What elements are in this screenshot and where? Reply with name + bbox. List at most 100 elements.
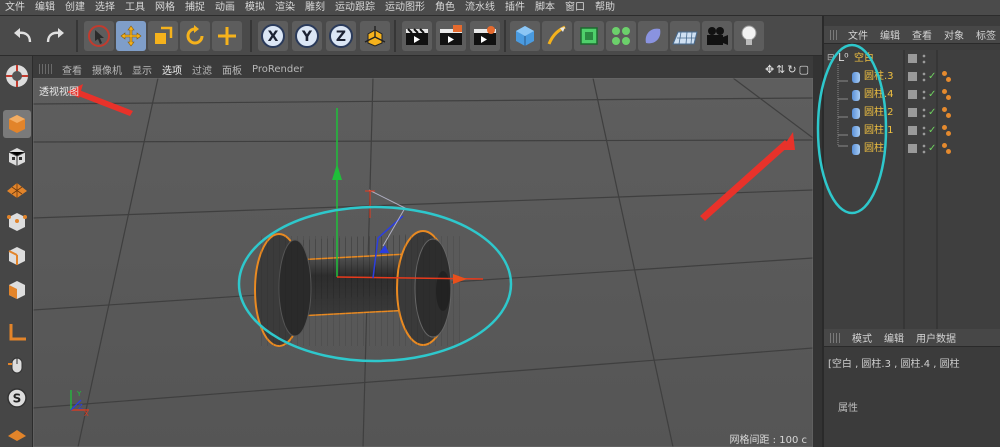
viewport-menu-filter[interactable]: 过滤 (187, 62, 217, 77)
z-axis-lock-button[interactable]: Z (326, 21, 356, 51)
phong-tag-icon[interactable] (942, 89, 952, 101)
visibility-dots[interactable] (922, 107, 926, 119)
viewport-menu-panel[interactable]: 面板 (217, 62, 247, 77)
menu-item[interactable]: 工具 (120, 0, 150, 16)
menu-item[interactable]: 角色 (430, 0, 460, 16)
edges-mode-button[interactable] (3, 242, 31, 270)
objects-menu-tags[interactable]: 标签 (970, 27, 1000, 42)
coordinate-system-button[interactable] (360, 21, 390, 51)
scale-icon (155, 26, 173, 44)
menu-item[interactable]: 脚本 (530, 0, 560, 16)
enabled-check-icon[interactable]: ✓ (928, 104, 936, 122)
tweak-mode-button[interactable] (3, 351, 31, 379)
attribute-manager: 模式 编辑 用户数据 [空白 , 圆柱.3 , 圆柱.4 , 圆柱 属性 (824, 329, 1000, 447)
menu-bar: 文件 编辑 创建 选择 工具 网格 捕捉 动画 模拟 渲染 雕刻 运动跟踪 运动图形 角色 流水线 插件 脚本窗… (0, 0, 1000, 16)
menu-item[interactable]: 运动跟踪 (330, 0, 380, 16)
object-mode-button[interactable] (3, 110, 31, 138)
render-picture-viewer-button[interactable] (436, 21, 466, 51)
panel-grip[interactable] (830, 332, 842, 343)
viewport-menu-display[interactable]: 显示 (127, 62, 157, 77)
enabled-check-icon[interactable]: ✓ (928, 140, 936, 158)
attributes-menu-user-data[interactable]: 用户数据 (910, 330, 962, 345)
subdivision-button[interactable] (574, 21, 604, 51)
phong-tag-icon[interactable] (942, 107, 952, 119)
light-button[interactable] (734, 21, 764, 51)
visibility-dots[interactable] (922, 71, 926, 83)
enabled-check-icon[interactable]: ✓ (928, 86, 936, 104)
visibility-dots[interactable] (922, 125, 926, 137)
menu-item[interactable]: 渲染 (270, 0, 300, 16)
visibility-dots[interactable] (922, 89, 926, 101)
attributes-menu-mode[interactable]: 模式 (846, 330, 878, 345)
undo-button[interactable] (8, 21, 38, 51)
viewport-nav-icons: ✥ ⇅ ↻ ▢ (765, 60, 809, 78)
menu-item[interactable]: 模拟 (240, 0, 270, 16)
y-axis-lock-icon: Y (295, 24, 319, 48)
workplane-lock-icon (8, 430, 26, 441)
menu-item[interactable]: 网格 (150, 0, 180, 16)
deformer-button[interactable] (638, 21, 668, 51)
move-view-icon[interactable]: ✥ (765, 63, 774, 76)
phong-tag-icon[interactable] (942, 71, 952, 83)
floor-button[interactable] (670, 21, 700, 51)
menu-item[interactable]: 动画 (210, 0, 240, 16)
add-move-button[interactable] (212, 21, 242, 51)
cube-button[interactable] (510, 21, 540, 51)
right-panel: 文件 编辑 查看 对象 标签 ⊟ L⁰ 空白 圆柱.3 ✓ 圆柱.4 ✓ 圆柱.… (816, 16, 1000, 447)
menu-item[interactable]: 编辑 (30, 0, 60, 16)
locked-workplane-button[interactable] (3, 416, 31, 444)
viewport-menu-options[interactable]: 选项 (157, 62, 187, 77)
menu-item[interactable]: 插件 (500, 0, 530, 16)
objects-menu-objects[interactable]: 对象 (938, 27, 970, 42)
menu-item[interactable]: 选择 (90, 0, 120, 16)
model-mode-icon (6, 65, 28, 87)
svg-text:Y: Y (301, 29, 313, 45)
live-select-button[interactable] (84, 21, 114, 51)
menu-item[interactable]: 运动图形 (380, 0, 430, 16)
workplane-button[interactable] (3, 174, 31, 202)
rotate-view-icon[interactable]: ↻ (787, 63, 796, 76)
model-mode-button[interactable] (3, 62, 31, 90)
viewport-menu-view[interactable]: 查看 (57, 62, 87, 77)
render-view-button[interactable] (402, 21, 432, 51)
menu-item[interactable]: 窗口 (560, 0, 590, 16)
texture-mode-button[interactable] (3, 143, 31, 171)
move-tool-button[interactable] (116, 21, 146, 51)
enable-axis-button[interactable] (3, 318, 31, 346)
panel-grip[interactable] (39, 64, 53, 74)
scale-tool-button[interactable] (148, 21, 178, 51)
pen-button[interactable] (542, 21, 572, 51)
attributes-menu-edit[interactable]: 编辑 (878, 330, 910, 345)
viewport-menu-cameras[interactable]: 摄像机 (87, 62, 127, 77)
viewport-menu-prorender[interactable]: ProRender (247, 64, 308, 75)
x-axis-lock-icon: X (261, 24, 285, 48)
menu-item[interactable]: 文件 (0, 0, 30, 16)
menu-item[interactable]: 帮助 (590, 0, 620, 16)
dolly-icon[interactable]: ⇅ (776, 63, 785, 76)
points-mode-button[interactable] (3, 208, 31, 236)
render-settings-button[interactable] (470, 21, 500, 51)
perspective-viewport[interactable]: Y Z X 透视视图 网格间距 : 100 c (33, 78, 813, 447)
enabled-check-icon[interactable]: ✓ (928, 68, 936, 86)
camera-button[interactable] (702, 21, 732, 51)
phong-tag-icon[interactable] (942, 125, 952, 137)
menu-item[interactable]: 捕捉 (180, 0, 210, 16)
cloner-button[interactable] (606, 21, 636, 51)
move-add-icon (218, 27, 236, 45)
x-axis-lock-button[interactable]: X (258, 21, 288, 51)
objects-menu-view[interactable]: 查看 (906, 27, 938, 42)
menu-item[interactable]: 雕刻 (300, 0, 330, 16)
visibility-dots[interactable] (922, 143, 926, 155)
enabled-check-icon[interactable]: ✓ (928, 122, 936, 140)
toggle-view-icon[interactable]: ▢ (799, 63, 809, 76)
snap-button[interactable]: S (3, 384, 31, 412)
menu-item[interactable]: 创建 (60, 0, 90, 16)
visibility-dots[interactable] (922, 53, 926, 65)
rotate-tool-button[interactable] (180, 21, 210, 51)
phong-tag-icon[interactable] (942, 143, 952, 155)
polygons-mode-button[interactable] (3, 276, 31, 304)
menu-item[interactable]: 流水线 (460, 0, 500, 16)
redo-icon (46, 28, 64, 43)
y-axis-lock-button[interactable]: Y (292, 21, 322, 51)
redo-button[interactable] (40, 21, 70, 51)
